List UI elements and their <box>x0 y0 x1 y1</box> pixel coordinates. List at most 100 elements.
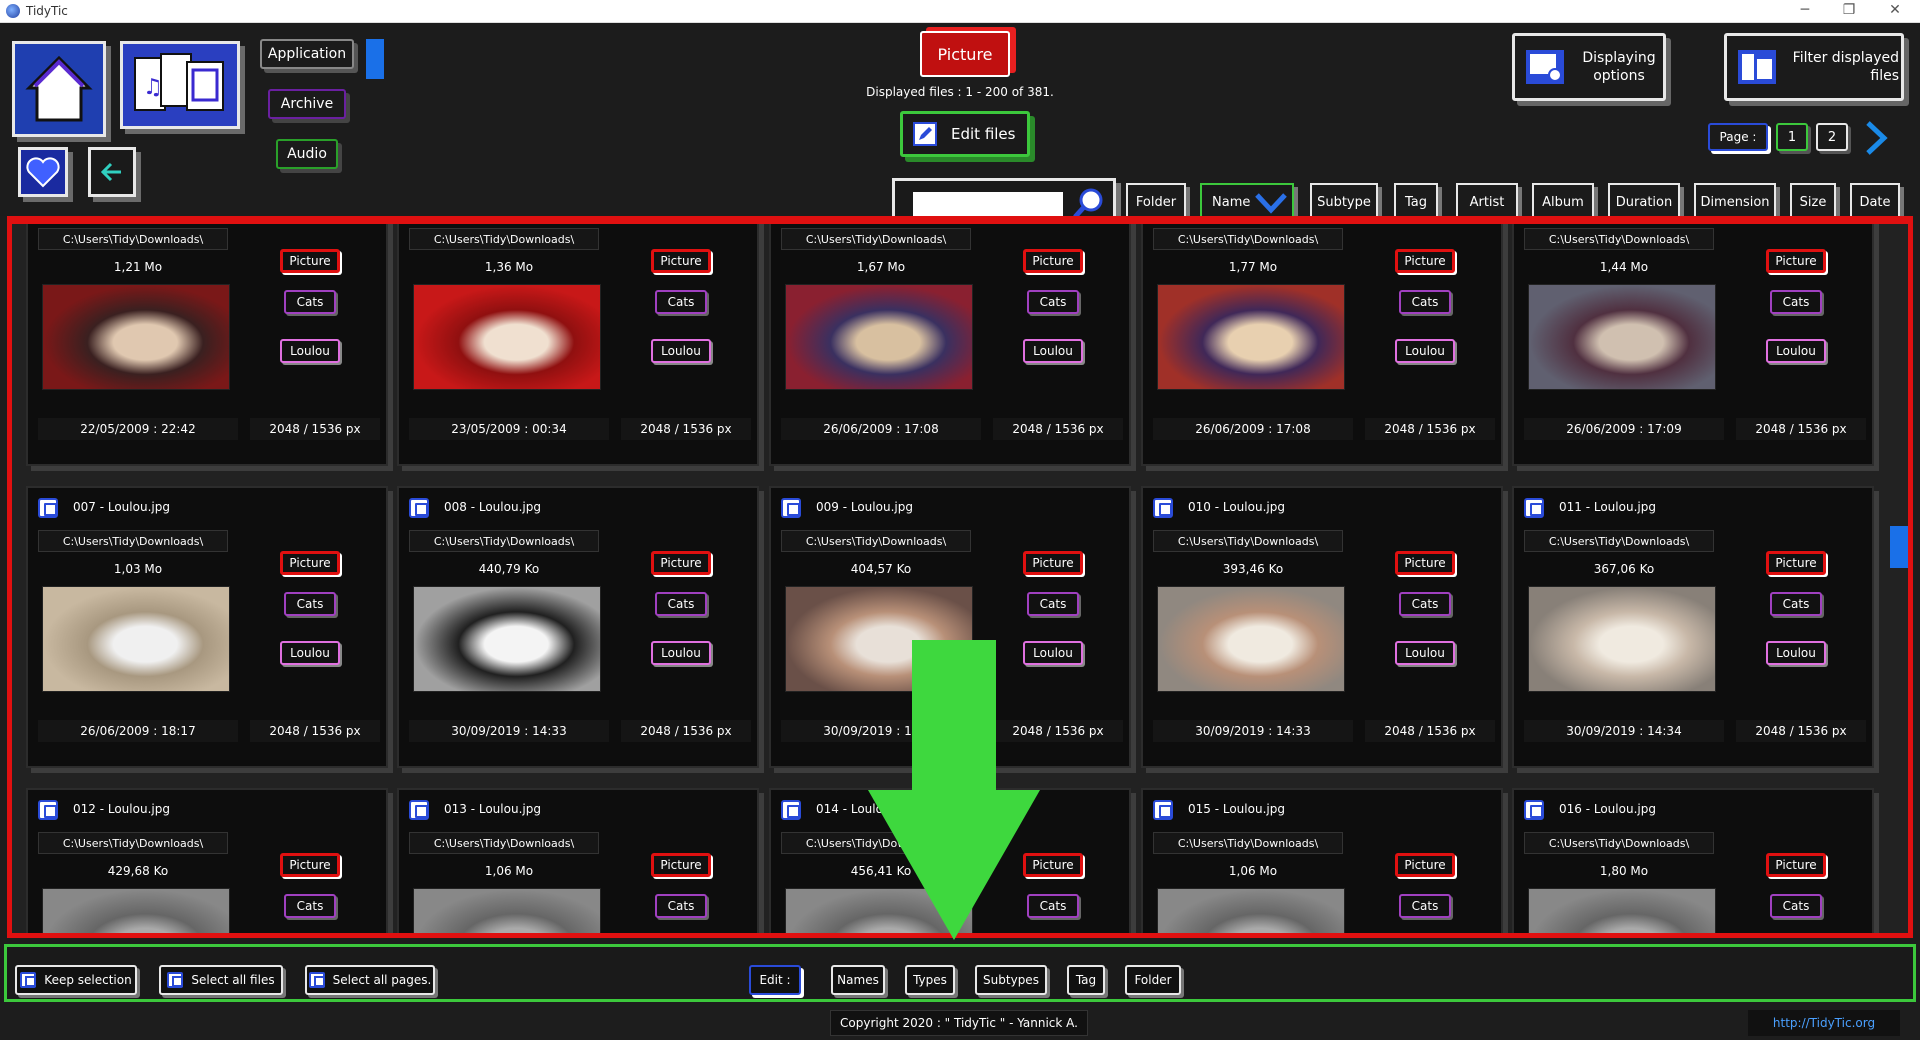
displaying-options-button[interactable]: Displaying options <box>1512 33 1666 101</box>
website-link[interactable]: http://TidyTic.org <box>1748 1010 1900 1036</box>
user-tag[interactable]: Loulou <box>1395 641 1455 665</box>
subtype-tag[interactable]: Cats <box>1399 592 1451 616</box>
user-tag[interactable]: Loulou <box>1766 641 1826 665</box>
select-all-pages-button[interactable]: Select all pages. <box>305 965 435 995</box>
type-tag[interactable]: Picture <box>1766 551 1826 575</box>
subtype-tag[interactable]: Cats <box>655 592 707 616</box>
type-tag[interactable]: Picture <box>651 853 711 877</box>
thumbnail-image[interactable] <box>413 284 601 390</box>
file-card[interactable]: 007 - Loulou.jpg C:\Users\Tidy\Downloads\… <box>26 486 388 768</box>
thumbnail-image[interactable] <box>785 284 973 390</box>
thumbnail-image[interactable] <box>42 586 230 692</box>
user-tag[interactable]: Loulou <box>651 641 711 665</box>
select-checkbox[interactable] <box>38 498 58 518</box>
type-tag[interactable]: Picture <box>1766 249 1826 273</box>
subtype-tag[interactable]: Cats <box>1399 290 1451 314</box>
select-checkbox[interactable] <box>781 800 801 820</box>
file-card[interactable]: 011 - Loulou.jpg C:\Users\Tidy\Downloads\… <box>1512 486 1874 768</box>
subtype-tag[interactable]: Cats <box>1770 894 1822 918</box>
type-tag[interactable]: Picture <box>280 249 340 273</box>
scrollbar-thumb[interactable] <box>1890 526 1908 568</box>
user-tag[interactable]: Loulou <box>1023 339 1083 363</box>
type-tag[interactable]: Picture <box>1395 551 1455 575</box>
subtype-tag[interactable]: Cats <box>284 290 336 314</box>
select-all-files-button[interactable]: Select all files <box>159 965 283 995</box>
select-checkbox[interactable] <box>781 498 801 518</box>
file-card[interactable]: 016 - Loulou.jpg C:\Users\Tidy\Downloads\… <box>1512 788 1874 933</box>
file-card[interactable]: 013 - Loulou.jpg C:\Users\Tidy\Downloads\… <box>397 788 759 933</box>
thumbnail-image[interactable] <box>413 888 601 933</box>
subtype-tag[interactable]: Cats <box>655 894 707 918</box>
user-tag[interactable]: Loulou <box>280 641 340 665</box>
select-checkbox[interactable] <box>1153 498 1173 518</box>
type-badge-picture[interactable]: Picture <box>920 31 1010 77</box>
file-card[interactable]: C:\Users\Tidy\Downloads\ 1,67 Mo Picture Ca… <box>769 224 1131 466</box>
type-tag[interactable]: Picture <box>651 249 711 273</box>
type-tag[interactable]: Picture <box>1023 249 1083 273</box>
thumbnail-image[interactable] <box>1157 888 1345 933</box>
subtype-tag[interactable]: Cats <box>655 290 707 314</box>
edit-tag-button[interactable]: Tag <box>1067 965 1105 995</box>
edit-types-button[interactable]: Types <box>905 965 955 995</box>
close-icon[interactable]: ✕ <box>1880 2 1910 18</box>
subtype-tag[interactable]: Cats <box>1399 894 1451 918</box>
filter-files-button[interactable]: Filter displayed files <box>1724 33 1904 101</box>
back-button[interactable] <box>88 147 136 197</box>
edit-names-button[interactable]: Names <box>831 965 885 995</box>
select-checkbox[interactable] <box>409 498 429 518</box>
media-type-button[interactable]: ♫ <box>120 41 240 129</box>
restore-icon[interactable]: ❐ <box>1834 2 1864 18</box>
user-tag[interactable]: Loulou <box>1395 339 1455 363</box>
select-checkbox[interactable] <box>1153 800 1173 820</box>
type-tag[interactable]: Picture <box>280 551 340 575</box>
user-tag[interactable]: Loulou <box>280 339 340 363</box>
type-tag[interactable]: Picture <box>1023 551 1083 575</box>
type-tag[interactable]: Picture <box>651 551 711 575</box>
file-card[interactable]: 012 - Loulou.jpg C:\Users\Tidy\Downloads\… <box>26 788 388 933</box>
file-card[interactable]: 008 - Loulou.jpg C:\Users\Tidy\Downloads\… <box>397 486 759 768</box>
thumbnail-image[interactable] <box>1528 888 1716 933</box>
subtype-tag[interactable]: Cats <box>1027 592 1079 616</box>
search-input[interactable] <box>913 192 1063 216</box>
next-page-icon[interactable] <box>1862 119 1890 157</box>
select-checkbox[interactable] <box>1524 800 1544 820</box>
favorites-button[interactable] <box>18 147 68 197</box>
file-card[interactable]: 015 - Loulou.jpg C:\Users\Tidy\Downloads\… <box>1141 788 1503 933</box>
thumbnail-image[interactable] <box>413 586 601 692</box>
file-card[interactable]: C:\Users\Tidy\Downloads\ 1,21 Mo Picture Ca… <box>26 224 388 466</box>
thumbnail-image[interactable] <box>42 284 230 390</box>
home-button[interactable] <box>12 41 106 137</box>
minimize-icon[interactable]: ─ <box>1790 2 1820 18</box>
user-tag[interactable]: Loulou <box>651 339 711 363</box>
thumbnail-image[interactable] <box>1157 586 1345 692</box>
type-tag[interactable]: Picture <box>280 853 340 877</box>
edit-subtypes-button[interactable]: Subtypes <box>975 965 1047 995</box>
category-archive[interactable]: Archive <box>268 89 346 119</box>
subtype-tag[interactable]: Cats <box>1027 290 1079 314</box>
subtype-tag[interactable]: Cats <box>1770 592 1822 616</box>
subtype-tag[interactable]: Cats <box>284 894 336 918</box>
keep-selection-button[interactable]: Keep selection <box>15 965 137 995</box>
type-tag[interactable]: Picture <box>1395 853 1455 877</box>
page-button-2[interactable]: 2 <box>1816 123 1848 151</box>
category-application[interactable]: Application <box>260 39 354 69</box>
type-tag[interactable]: Picture <box>1766 853 1826 877</box>
category-audio[interactable]: Audio <box>276 139 338 169</box>
select-checkbox[interactable] <box>409 800 429 820</box>
edit-folder-button[interactable]: Folder <box>1125 965 1181 995</box>
file-card[interactable]: C:\Users\Tidy\Downloads\ 1,36 Mo Picture Ca… <box>397 224 759 466</box>
thumbnail-image[interactable] <box>1528 586 1716 692</box>
page-button-1[interactable]: 1 <box>1776 123 1808 151</box>
edit-files-button[interactable]: Edit files <box>900 111 1030 157</box>
thumbnail-image[interactable] <box>1157 284 1345 390</box>
file-card[interactable]: C:\Users\Tidy\Downloads\ 1,77 Mo Picture Ca… <box>1141 224 1503 466</box>
file-card[interactable]: C:\Users\Tidy\Downloads\ 1,44 Mo Picture Ca… <box>1512 224 1874 466</box>
subtype-tag[interactable]: Cats <box>284 592 336 616</box>
select-checkbox[interactable] <box>38 800 58 820</box>
thumbnail-image[interactable] <box>42 888 230 933</box>
file-card[interactable]: 010 - Loulou.jpg C:\Users\Tidy\Downloads\… <box>1141 486 1503 768</box>
thumbnail-image[interactable] <box>1528 284 1716 390</box>
select-checkbox[interactable] <box>1524 498 1544 518</box>
subtype-tag[interactable]: Cats <box>1770 290 1822 314</box>
type-tag[interactable]: Picture <box>1395 249 1455 273</box>
